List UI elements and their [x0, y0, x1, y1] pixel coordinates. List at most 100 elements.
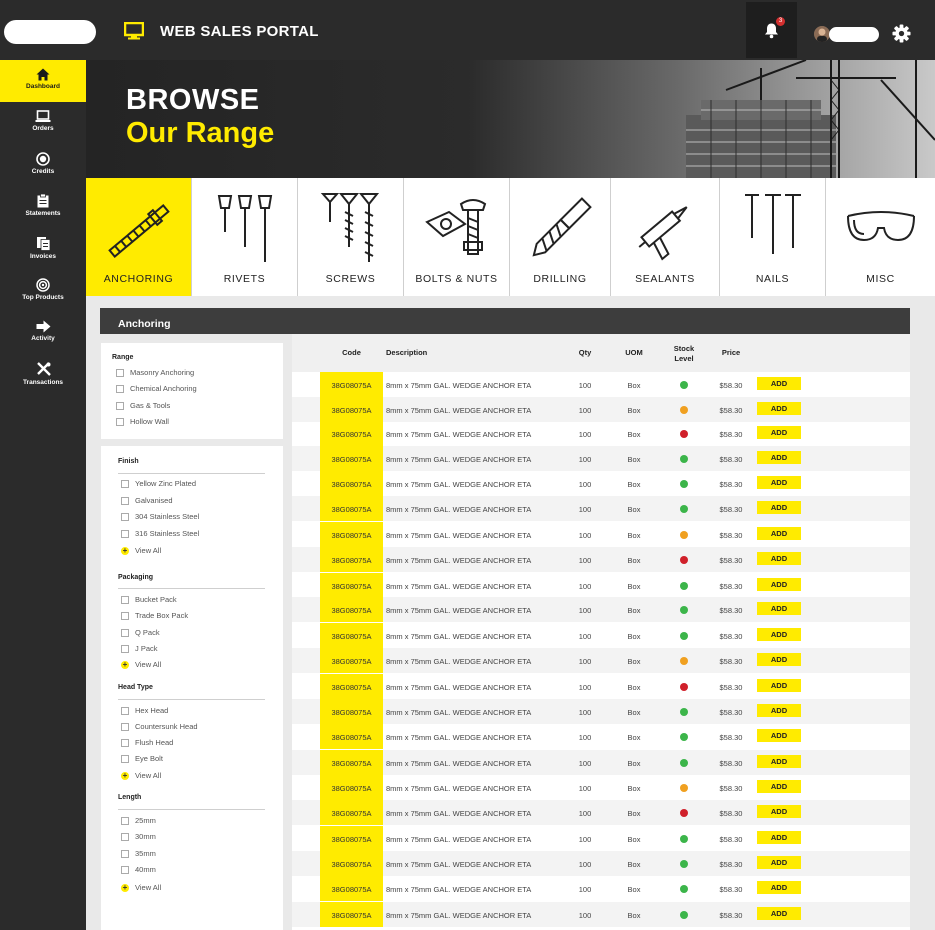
product-qty: 100	[578, 430, 592, 439]
add-to-cart-button[interactable]: ADD	[757, 476, 801, 489]
add-to-cart-button[interactable]: ADD	[757, 377, 801, 390]
product-code[interactable]: 38G08075A	[320, 750, 383, 775]
checkbox[interactable]	[121, 723, 129, 731]
avatar[interactable]	[814, 26, 830, 42]
product-uom: Box	[627, 505, 641, 514]
category-nails[interactable]: NAILS	[719, 178, 825, 296]
checkbox[interactable]	[121, 850, 129, 858]
add-to-cart-button[interactable]: ADD	[757, 856, 801, 869]
category-anchoring[interactable]: ANCHORING	[86, 178, 191, 296]
checkbox[interactable]	[121, 755, 129, 763]
product-code[interactable]: 38G08075A	[320, 496, 383, 521]
checkbox[interactable]	[121, 497, 129, 505]
add-to-cart-button[interactable]: ADD	[757, 402, 801, 415]
product-code[interactable]: 38G08075A	[320, 724, 383, 749]
category-misc[interactable]: MISC	[825, 178, 935, 296]
product-price: $58.30	[719, 860, 743, 869]
product-code[interactable]: 38G08075A	[320, 876, 383, 901]
stock-level-indicator	[680, 911, 688, 919]
sidebar-item-top-products[interactable]: Top Products	[0, 270, 86, 312]
checkbox[interactable]	[121, 612, 129, 620]
add-to-cart-button[interactable]: ADD	[757, 755, 801, 768]
checkbox[interactable]	[121, 866, 129, 874]
product-code[interactable]: 38G08075A	[320, 674, 383, 699]
category-bolts-nuts[interactable]: BOLTS & NUTS	[403, 178, 509, 296]
add-to-cart-button[interactable]: ADD	[757, 704, 801, 717]
product-code[interactable]: 38G08075A	[320, 775, 383, 800]
product-uom: Box	[627, 556, 641, 565]
add-to-cart-button[interactable]: ADD	[757, 451, 801, 464]
notifications-button[interactable]: 3	[746, 2, 797, 58]
add-to-cart-button[interactable]: ADD	[757, 653, 801, 666]
product-code[interactable]: 38G08075A	[320, 421, 383, 446]
checkbox[interactable]	[121, 596, 129, 604]
product-code[interactable]: 38G08075A	[320, 851, 383, 876]
product-qty: 100	[578, 455, 592, 464]
add-to-cart-button[interactable]: ADD	[757, 907, 801, 920]
table-row: 38G08075A 8mm x 75mm GAL. WEDGE ANCHOR ET…	[292, 648, 910, 673]
sidebar-item-orders[interactable]: Orders	[0, 102, 86, 144]
product-description: 8mm x 75mm GAL. WEDGE ANCHOR ETA	[386, 784, 532, 793]
product-description: 8mm x 75mm GAL. WEDGE ANCHOR ETA	[386, 505, 532, 514]
add-to-cart-button[interactable]: ADD	[757, 831, 801, 844]
sidebar-item-statements[interactable]: Statements	[0, 186, 86, 228]
checkbox[interactable]	[121, 530, 129, 538]
add-to-cart-button[interactable]: ADD	[757, 578, 801, 591]
checkbox[interactable]	[121, 645, 129, 653]
table-row: 38G08075A 8mm x 75mm GAL. WEDGE ANCHOR ET…	[292, 750, 910, 775]
product-qty: 100	[578, 556, 592, 565]
category-sealants[interactable]: SEALANTS	[610, 178, 719, 296]
add-to-cart-button[interactable]: ADD	[757, 628, 801, 641]
checkbox[interactable]	[116, 369, 124, 377]
checkbox[interactable]	[121, 707, 129, 715]
checkbox[interactable]	[121, 629, 129, 637]
add-to-cart-button[interactable]: ADD	[757, 527, 801, 540]
sidebar-item-dashboard[interactable]: Dashboard	[0, 60, 86, 102]
add-to-cart-button[interactable]: ADD	[757, 805, 801, 818]
product-code[interactable]: 38G08075A	[320, 623, 383, 648]
add-to-cart-button[interactable]: ADD	[757, 426, 801, 439]
product-code[interactable]: 38G08075A	[320, 597, 383, 622]
category-rivets[interactable]: RIVETS	[191, 178, 297, 296]
add-to-cart-button[interactable]: ADD	[757, 679, 801, 692]
laptop-icon	[35, 110, 51, 122]
checkbox[interactable]	[121, 817, 129, 825]
product-price: $58.30	[719, 784, 743, 793]
checkbox[interactable]	[121, 833, 129, 841]
product-code[interactable]: 38G08075A	[320, 446, 383, 471]
product-code[interactable]: 38G08075A	[320, 648, 383, 673]
sidebar-item-transactions[interactable]: Transactions	[0, 354, 86, 396]
product-code[interactable]: 38G08075A	[320, 699, 383, 724]
product-uom: Box	[627, 835, 641, 844]
checkbox[interactable]	[116, 402, 124, 410]
add-to-cart-button[interactable]: ADD	[757, 881, 801, 894]
category-drilling[interactable]: DRILLING	[509, 178, 610, 296]
product-code[interactable]: 38G08075A	[320, 522, 383, 547]
add-to-cart-button[interactable]: ADD	[757, 780, 801, 793]
sidebar-item-invoices[interactable]: Invoices	[0, 228, 86, 270]
stock-level-indicator	[680, 657, 688, 665]
product-code[interactable]: 38G08075A	[320, 372, 383, 397]
product-code[interactable]: 38G08075A	[320, 826, 383, 851]
add-to-cart-button[interactable]: ADD	[757, 602, 801, 615]
product-code[interactable]: 38G08075A	[320, 547, 383, 572]
product-code[interactable]: 38G08075A	[320, 800, 383, 825]
add-to-cart-button[interactable]: ADD	[757, 729, 801, 742]
screw-icon	[320, 193, 379, 262]
add-to-cart-button[interactable]: ADD	[757, 552, 801, 565]
checkbox[interactable]	[121, 480, 129, 488]
table-row: 38G08075A 8mm x 75mm GAL. WEDGE ANCHOR ET…	[292, 597, 910, 622]
checkbox[interactable]	[121, 513, 129, 521]
add-to-cart-button[interactable]: ADD	[757, 501, 801, 514]
checkbox[interactable]	[121, 739, 129, 747]
sidebar-item-credits[interactable]: Credits	[0, 144, 86, 186]
checkbox[interactable]	[116, 385, 124, 393]
product-code[interactable]: 38G08075A	[320, 573, 383, 598]
category-screws[interactable]: SCREWS	[297, 178, 403, 296]
checkbox[interactable]	[116, 418, 124, 426]
product-code[interactable]: 38G08075A	[320, 902, 383, 927]
gear-icon[interactable]	[892, 24, 911, 43]
product-code[interactable]: 38G08075A	[320, 397, 383, 422]
sidebar-item-activity[interactable]: Activity	[0, 312, 86, 354]
product-code[interactable]: 38G08075A	[320, 471, 383, 496]
